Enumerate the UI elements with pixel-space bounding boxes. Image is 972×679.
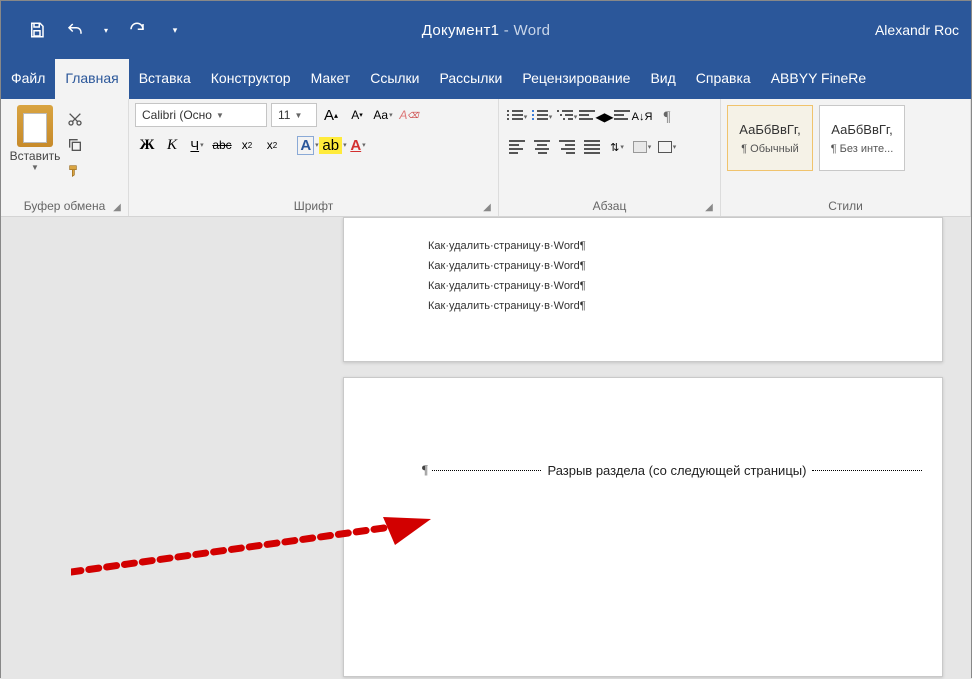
clipboard-launcher[interactable]: ◢ bbox=[110, 200, 124, 214]
italic-button[interactable]: К bbox=[160, 133, 184, 157]
tab-insert[interactable]: Вставка bbox=[129, 59, 201, 99]
font-size-combo[interactable]: 11 ▼ bbox=[271, 103, 317, 127]
clipboard-icon bbox=[17, 105, 53, 147]
pilcrow-icon: ¶ bbox=[422, 462, 428, 478]
align-right-button[interactable] bbox=[555, 135, 579, 159]
paragraph-launcher[interactable]: ◢ bbox=[702, 200, 716, 214]
shrink-font-button[interactable]: A▾ bbox=[345, 103, 369, 127]
ribbon-tabs: Файл Главная Вставка Конструктор Макет С… bbox=[1, 59, 971, 99]
style-sample: АаБбВвГг, bbox=[739, 122, 800, 137]
font-name-value: Calibri (Осно bbox=[142, 108, 212, 122]
font-color-button[interactable]: A▾ bbox=[346, 133, 370, 157]
paste-button[interactable]: Вставить ▼ bbox=[7, 103, 63, 172]
tab-design[interactable]: Конструктор bbox=[201, 59, 301, 99]
tab-mailings[interactable]: Рассылки bbox=[430, 59, 513, 99]
align-center-button[interactable] bbox=[530, 135, 554, 159]
doc-text-line[interactable]: Как·удалить·страницу·в·Word¶ bbox=[428, 236, 942, 256]
multilevel-button[interactable]: ▾ bbox=[555, 105, 579, 129]
title-sep: - bbox=[499, 22, 513, 39]
break-dotted-line bbox=[432, 470, 542, 471]
group-styles: АаБбВвГг, ¶ Обычный АаБбВвГг, ¶ Без инте… bbox=[721, 99, 971, 216]
subscript-button[interactable]: x2 bbox=[235, 133, 259, 157]
text-effects-button[interactable]: A▾ bbox=[296, 133, 320, 157]
cut-button[interactable] bbox=[65, 109, 85, 129]
page-2[interactable]: ¶ Разрыв раздела (со следующей страницы) bbox=[343, 377, 943, 677]
group-paragraph: ▾ ▾ ▾ ◀ ▶ А↓Я ¶ ⇅▾ ▾ ▾ Абзац ◢ bbox=[499, 99, 721, 216]
align-justify-button[interactable] bbox=[580, 135, 604, 159]
tab-layout[interactable]: Макет bbox=[301, 59, 361, 99]
chevron-down-icon: ▼ bbox=[294, 111, 302, 120]
doc-name: Документ1 bbox=[422, 22, 500, 39]
tab-help[interactable]: Справка bbox=[686, 59, 761, 99]
save-button[interactable] bbox=[25, 18, 49, 42]
borders-button[interactable]: ▾ bbox=[655, 135, 679, 159]
strikethrough-button[interactable]: abc bbox=[210, 133, 234, 157]
group-font: Calibri (Осно ▼ 11 ▼ A▴ A▾ Aa▾ A⌫ Ж К Ч▾ a… bbox=[129, 99, 499, 216]
highlight-button[interactable]: ab▾ bbox=[321, 133, 345, 157]
tab-file[interactable]: Файл bbox=[1, 59, 55, 99]
group-clipboard-label: Буфер обмена bbox=[7, 196, 122, 216]
style-name: ¶ Обычный bbox=[741, 143, 799, 155]
qat-customize[interactable]: ▾ bbox=[163, 18, 187, 42]
style-sample: АаБбВвГг, bbox=[831, 122, 892, 137]
user-name[interactable]: Alexandr Roс bbox=[875, 22, 959, 38]
window-title: Документ1 - Word bbox=[422, 22, 551, 39]
paste-label: Вставить bbox=[7, 149, 63, 163]
section-break-label: Разрыв раздела (со следующей страницы) bbox=[541, 463, 812, 478]
undo-button[interactable] bbox=[63, 18, 87, 42]
undo-dropdown[interactable]: ▾ bbox=[101, 18, 111, 42]
case-label: Aa bbox=[373, 108, 388, 122]
titlebar: ▾ ▾ Документ1 - Word Alexandr Roс bbox=[1, 1, 971, 59]
underline-button[interactable]: Ч▾ bbox=[185, 133, 209, 157]
tab-references[interactable]: Ссылки bbox=[360, 59, 429, 99]
doc-text-line[interactable]: Как·удалить·страницу·в·Word¶ bbox=[428, 256, 942, 276]
paste-dropdown-icon[interactable]: ▼ bbox=[7, 163, 63, 172]
chevron-down-icon: ▼ bbox=[216, 111, 224, 120]
tab-review[interactable]: Рецензирование bbox=[512, 59, 640, 99]
sort-button[interactable]: А↓Я bbox=[630, 105, 654, 129]
font-name-combo[interactable]: Calibri (Осно ▼ bbox=[135, 103, 267, 127]
tab-view[interactable]: Вид bbox=[640, 59, 685, 99]
align-left-button[interactable] bbox=[505, 135, 529, 159]
shading-button[interactable]: ▾ bbox=[630, 135, 654, 159]
group-styles-label: Стили bbox=[727, 196, 964, 216]
grow-font-button[interactable]: A▴ bbox=[319, 103, 343, 127]
superscript-button[interactable]: x2 bbox=[260, 133, 284, 157]
bullets-button[interactable]: ▾ bbox=[505, 105, 529, 129]
app-name: Word bbox=[514, 22, 551, 39]
group-font-label: Шрифт bbox=[135, 196, 492, 216]
break-dotted-line bbox=[812, 470, 922, 471]
numbering-button[interactable]: ▾ bbox=[530, 105, 554, 129]
document-area[interactable]: Как·удалить·страницу·в·Word¶ Как·удалить… bbox=[1, 217, 971, 679]
doc-text-line[interactable]: Как·удалить·страницу·в·Word¶ bbox=[428, 296, 942, 316]
change-case-button[interactable]: Aa▾ bbox=[371, 103, 395, 127]
section-break[interactable]: ¶ Разрыв раздела (со следующей страницы) bbox=[422, 462, 922, 478]
ribbon: Вставить ▼ Буфер обмена ◢ Calibri (Осно ▼… bbox=[1, 99, 971, 217]
tab-abbyy[interactable]: ABBYY FineRe bbox=[761, 59, 876, 99]
tab-home[interactable]: Главная bbox=[55, 59, 128, 99]
font-launcher[interactable]: ◢ bbox=[480, 200, 494, 214]
style-no-spacing[interactable]: АаБбВвГг, ¶ Без инте... bbox=[819, 105, 905, 171]
line-spacing-button[interactable]: ⇅▾ bbox=[605, 135, 629, 159]
style-normal[interactable]: АаБбВвГг, ¶ Обычный bbox=[727, 105, 813, 171]
clear-formatting-button[interactable]: A⌫ bbox=[397, 103, 421, 127]
bold-button[interactable]: Ж bbox=[135, 133, 159, 157]
redo-button[interactable] bbox=[125, 18, 149, 42]
format-painter-button[interactable] bbox=[65, 161, 85, 181]
decrease-indent-button[interactable]: ◀ bbox=[580, 105, 604, 129]
increase-indent-button[interactable]: ▶ bbox=[605, 105, 629, 129]
underline-label: Ч bbox=[190, 138, 199, 153]
quick-access-toolbar: ▾ ▾ bbox=[1, 18, 187, 42]
show-marks-button[interactable]: ¶ bbox=[655, 105, 679, 129]
font-size-value: 11 bbox=[278, 108, 290, 122]
doc-text-line[interactable]: Как·удалить·страницу·в·Word¶ bbox=[428, 276, 942, 296]
style-name: ¶ Без инте... bbox=[831, 143, 894, 155]
copy-button[interactable] bbox=[65, 135, 85, 155]
group-paragraph-label: Абзац bbox=[505, 196, 714, 216]
page-1[interactable]: Как·удалить·страницу·в·Word¶ Как·удалить… bbox=[343, 217, 943, 362]
group-clipboard: Вставить ▼ Буфер обмена ◢ bbox=[1, 99, 129, 216]
